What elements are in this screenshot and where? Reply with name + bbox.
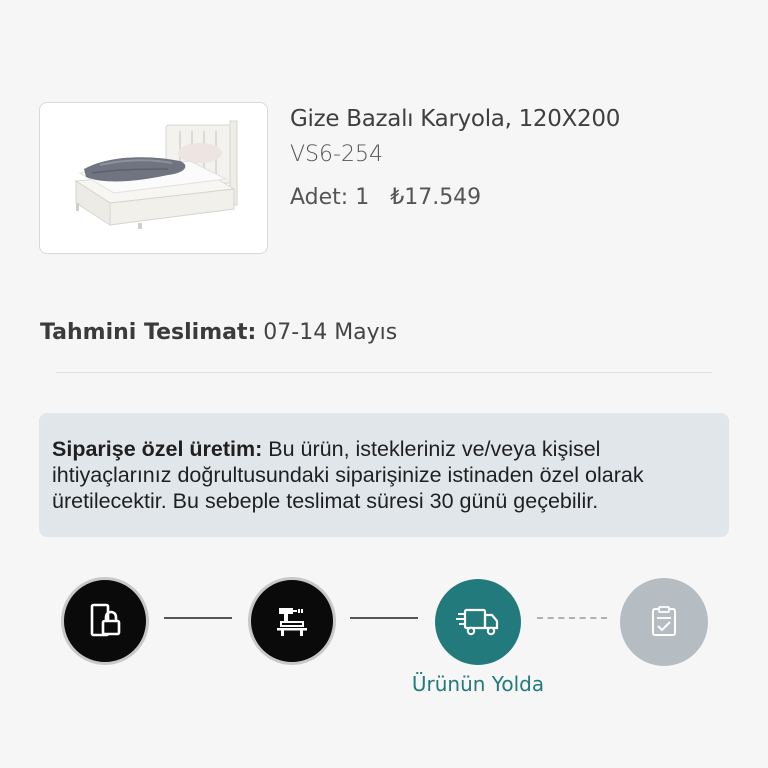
product-sku: VS6-254 [290,142,383,167]
step-in-transit [435,579,521,665]
step-production [248,577,336,665]
product-name[interactable]: Gize Bazalı Karyola, 120X200 [290,106,620,132]
product-price: ₺17.549 [390,185,482,210]
quantity-price-row: Adet: 1 ₺17.549 [290,185,620,210]
delivery-truck-icon [456,608,499,636]
divider [56,372,712,373]
step-label-in-transit: Ürünün Yolda [411,672,545,696]
delivered-checklist-icon [652,606,676,636]
step-delivered [620,578,708,666]
step-order-confirmed [61,577,149,665]
estimated-delivery: Tahmini Teslimat: 07-14 Mayıs [40,320,397,345]
product-info: Gize Bazalı Karyola, 120X200 VS6-254 Ade… [290,106,620,210]
custom-production-notice: Siparişe özel üretim: Bu ürün, istekleri… [39,413,729,537]
delivery-date: 07-14 Mayıs [263,320,398,345]
step-connector [350,617,418,619]
notice-title: Siparişe özel üretim: [52,437,263,461]
bed-illustration [74,120,238,229]
step-connector-pending [537,617,607,619]
order-confirmed-icon [90,603,121,637]
production-icon [277,608,307,636]
product-image[interactable] [39,102,268,254]
quantity-label: Adet: 1 [290,185,370,210]
delivery-label: Tahmini Teslimat: [40,320,257,345]
step-connector [164,617,232,619]
